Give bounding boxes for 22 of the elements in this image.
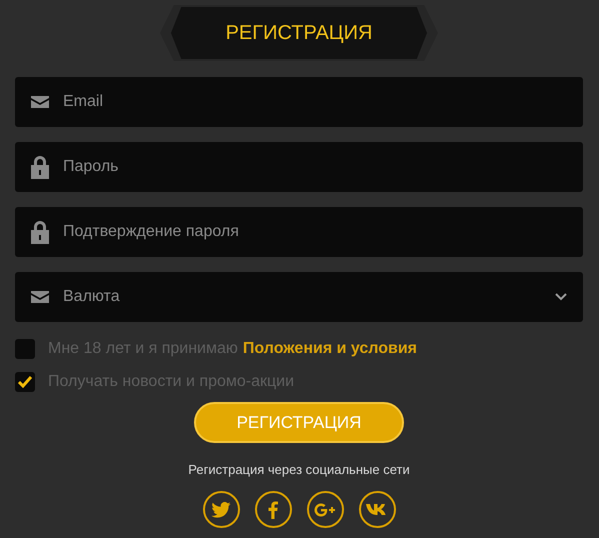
chevron-down-icon	[555, 293, 567, 301]
lock-icon	[31, 155, 49, 179]
vk-button[interactable]	[358, 491, 396, 528]
lock-icon	[31, 220, 49, 244]
mail-icon	[31, 96, 49, 108]
email-field[interactable]: Email	[15, 77, 583, 127]
vk-icon	[366, 503, 388, 516]
twitter-button[interactable]	[202, 491, 240, 528]
mail-icon	[31, 291, 49, 303]
facebook-button[interactable]	[254, 491, 292, 528]
social-caption: Регистрация через социальные сети	[188, 462, 410, 477]
password-field[interactable]: Подтверждение пароля	[15, 207, 583, 257]
password-field[interactable]: Пароль	[15, 142, 583, 192]
terms-link[interactable]: Положения и условия	[242, 340, 418, 356]
google-plus-icon	[314, 502, 336, 516]
form-title: РЕГИСТРАЦИЯ	[171, 7, 427, 59]
googleplus-button[interactable]	[306, 491, 344, 528]
checkbox[interactable]	[15, 372, 35, 392]
bird-icon	[211, 502, 231, 518]
checkbox[interactable]	[15, 338, 35, 358]
facebook-icon	[268, 500, 278, 518]
currency-select[interactable]: Валюта	[15, 272, 583, 322]
